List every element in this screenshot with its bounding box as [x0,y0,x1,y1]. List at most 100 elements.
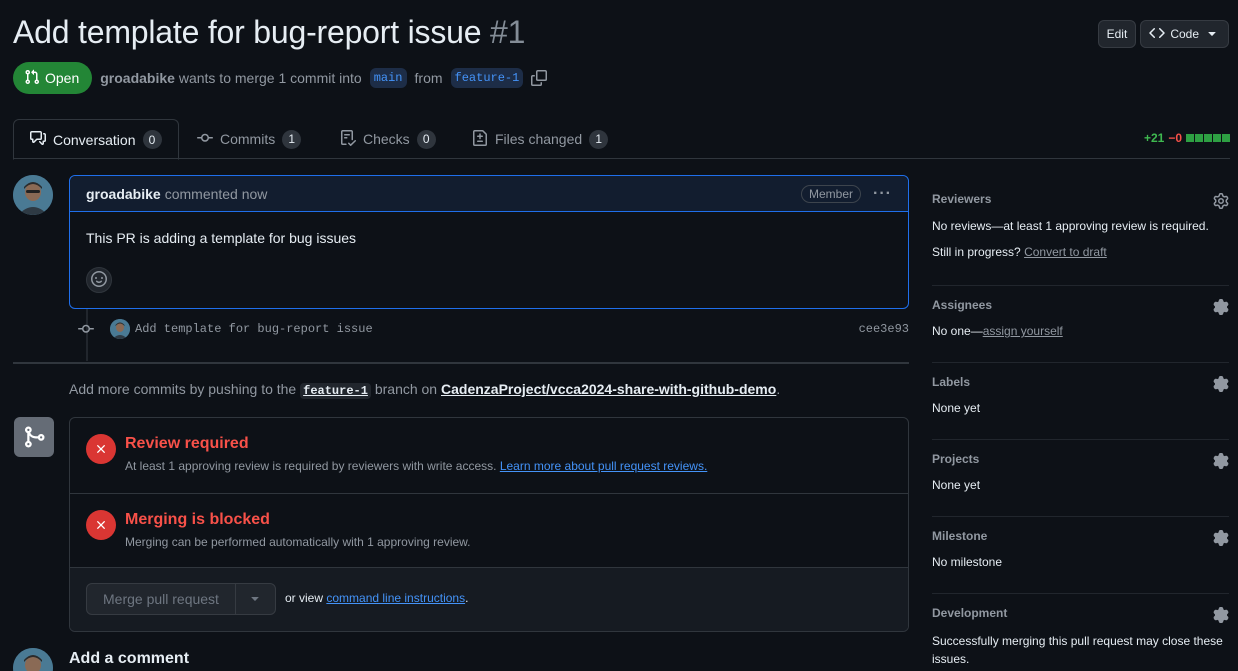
merge-box: Review required At least 1 approving rev… [69,417,909,632]
assign-yourself-link[interactable]: assign yourself [983,324,1063,338]
head-branch[interactable]: feature-1 [450,68,524,88]
tab-conversation[interactable]: Conversation 0 [13,119,179,160]
tab-commits[interactable]: Commits 1 [181,119,317,159]
pr-title: Add template for bug-report issue [13,14,482,50]
edit-button[interactable]: Edit [1097,20,1137,48]
gear-icon[interactable] [1213,376,1229,392]
tab-label: Checks [363,131,410,147]
sidebar-assignees: Assignees No one—assign yourself [932,286,1229,363]
git-merge-icon [14,417,54,457]
sidebar-heading: Assignees [932,298,993,312]
copy-icon[interactable] [531,70,548,86]
git-commit-icon [197,130,213,149]
review-required-title: Review required [125,435,249,452]
avatar [13,648,53,671]
learn-more-link[interactable]: Learn more about pull request reviews. [500,459,707,473]
author-link[interactable]: groadabike [100,70,175,86]
smiley-icon [91,270,107,290]
status-badge: Open [13,62,93,94]
labels-status: None yet [932,401,981,415]
tab-label: Conversation [53,131,136,148]
add-reaction-button[interactable] [86,267,112,293]
comment-box: groadabike commented now Member ··· This… [69,175,909,309]
sidebar-milestone: Milestone No milestone [932,517,1229,594]
sidebar-projects: Projects None yet [932,440,1229,517]
sidebar-development: Development Successfully merging this pu… [932,594,1229,671]
code-icon [1149,25,1166,44]
merge-text: wants to merge 1 commit into [178,70,362,86]
header-actions: Edit Code [1097,20,1229,48]
tab-counter: 1 [282,129,302,149]
push-hint-prefix: Add more commits by pushing to the [69,381,297,397]
convert-to-draft-link[interactable]: Convert to draft [1024,245,1107,259]
or-view-label: or view [285,591,324,605]
gear-icon[interactable] [1213,193,1229,209]
pr-meta: Open groadabike wants to merge 1 commit … [13,62,548,94]
pr-number: #1 [490,14,526,50]
x-icon [86,434,116,464]
comment-body: This PR is adding a template for bug iss… [86,230,357,246]
triangle-down-icon [1204,25,1220,44]
merge-method-dropdown[interactable] [236,590,275,609]
tab-files-changed[interactable]: Files changed 1 [456,119,624,159]
code-button[interactable]: Code [1140,20,1229,48]
cli-suffix: . [465,591,469,605]
avatar[interactable] [110,319,130,339]
timeline-divider [13,362,909,364]
tab-label: Files changed [495,131,583,147]
tab-label: Commits [220,131,276,147]
sidebar-heading: Projects [932,452,980,466]
code-button-label: Code [1170,27,1199,41]
reviewers-progress: Still in progress? Convert to draft [932,245,1107,259]
projects-status: None yet [932,478,981,492]
assignees-prefix: No one— [932,324,983,338]
gear-icon[interactable] [1213,453,1229,469]
status-label: Open [45,70,80,86]
tab-checks[interactable]: Checks 0 [324,119,452,159]
diffstat-additions: +21 [1143,131,1165,145]
avatar[interactable] [13,175,53,215]
from-text: from [414,70,443,86]
gear-icon[interactable] [1213,299,1229,315]
commit-message[interactable]: Add template for bug-report issue [135,322,373,336]
add-comment-heading: Add a comment [69,650,190,667]
commit-row: Add template for bug-report issue cee3e9… [78,318,909,340]
merge-blocked-title: Merging is blocked [125,511,270,528]
milestone-status: No milestone [932,555,1003,569]
kebab-horizontal-icon[interactable]: ··· [873,185,892,203]
diffstat-deletions: −0 [1168,131,1182,145]
sidebar-heading: Reviewers [932,192,992,206]
git-pull-request-icon [24,69,40,88]
push-hint-middle: branch on [374,381,438,397]
assignees-status: No one—assign yourself [932,324,1063,338]
triangle-down-icon [247,590,263,609]
merge-footer: Merge pull request or view command line … [70,568,908,631]
comment-discussion-icon [30,130,46,149]
development-status: Successfully merging this pull request m… [932,634,1223,666]
gear-icon[interactable] [1213,607,1229,623]
merge-blocked-sub: Merging can be performed automatically w… [125,535,471,549]
commit-sha[interactable]: cee3e93 [859,322,909,336]
command-line-link[interactable]: command line instructions [326,591,465,605]
sidebar-reviewers: Reviewers No reviews—at least 1 approvin… [932,180,1229,286]
push-hint: Add more commits by pushing to the featu… [69,381,780,399]
comment-author[interactable]: groadabike [86,186,161,202]
sidebar-heading: Development [932,606,1008,620]
tab-counter: 0 [416,129,436,149]
comment-timestamp: commented now [164,185,268,202]
diffstat[interactable]: +21 −0 [1144,131,1230,145]
tab-counter: 0 [142,130,162,149]
edit-button-label: Edit [1106,27,1128,41]
git-commit-icon [78,321,94,337]
pr-tabs: Conversation 0 Commits 1 Checks 0 Files … [13,119,1230,160]
sidebar-heading: Milestone [932,529,988,543]
push-hint-branch[interactable]: feature-1 [300,383,371,399]
repo-link[interactable]: CadenzaProject/vcca2024-share-with-githu… [441,381,776,397]
review-required-text: At least 1 approving review is required … [125,459,497,473]
base-branch[interactable]: main [369,68,407,88]
reviewers-status: No reviews—at least 1 approving review i… [932,219,1209,233]
gear-icon[interactable] [1213,530,1229,546]
merge-pull-request-button[interactable]: Merge pull request [87,584,236,614]
page-title: Add template for bug-report issue #1 [13,14,525,51]
merge-blocked-section: Merging is blocked Merging can be perfor… [70,494,908,568]
